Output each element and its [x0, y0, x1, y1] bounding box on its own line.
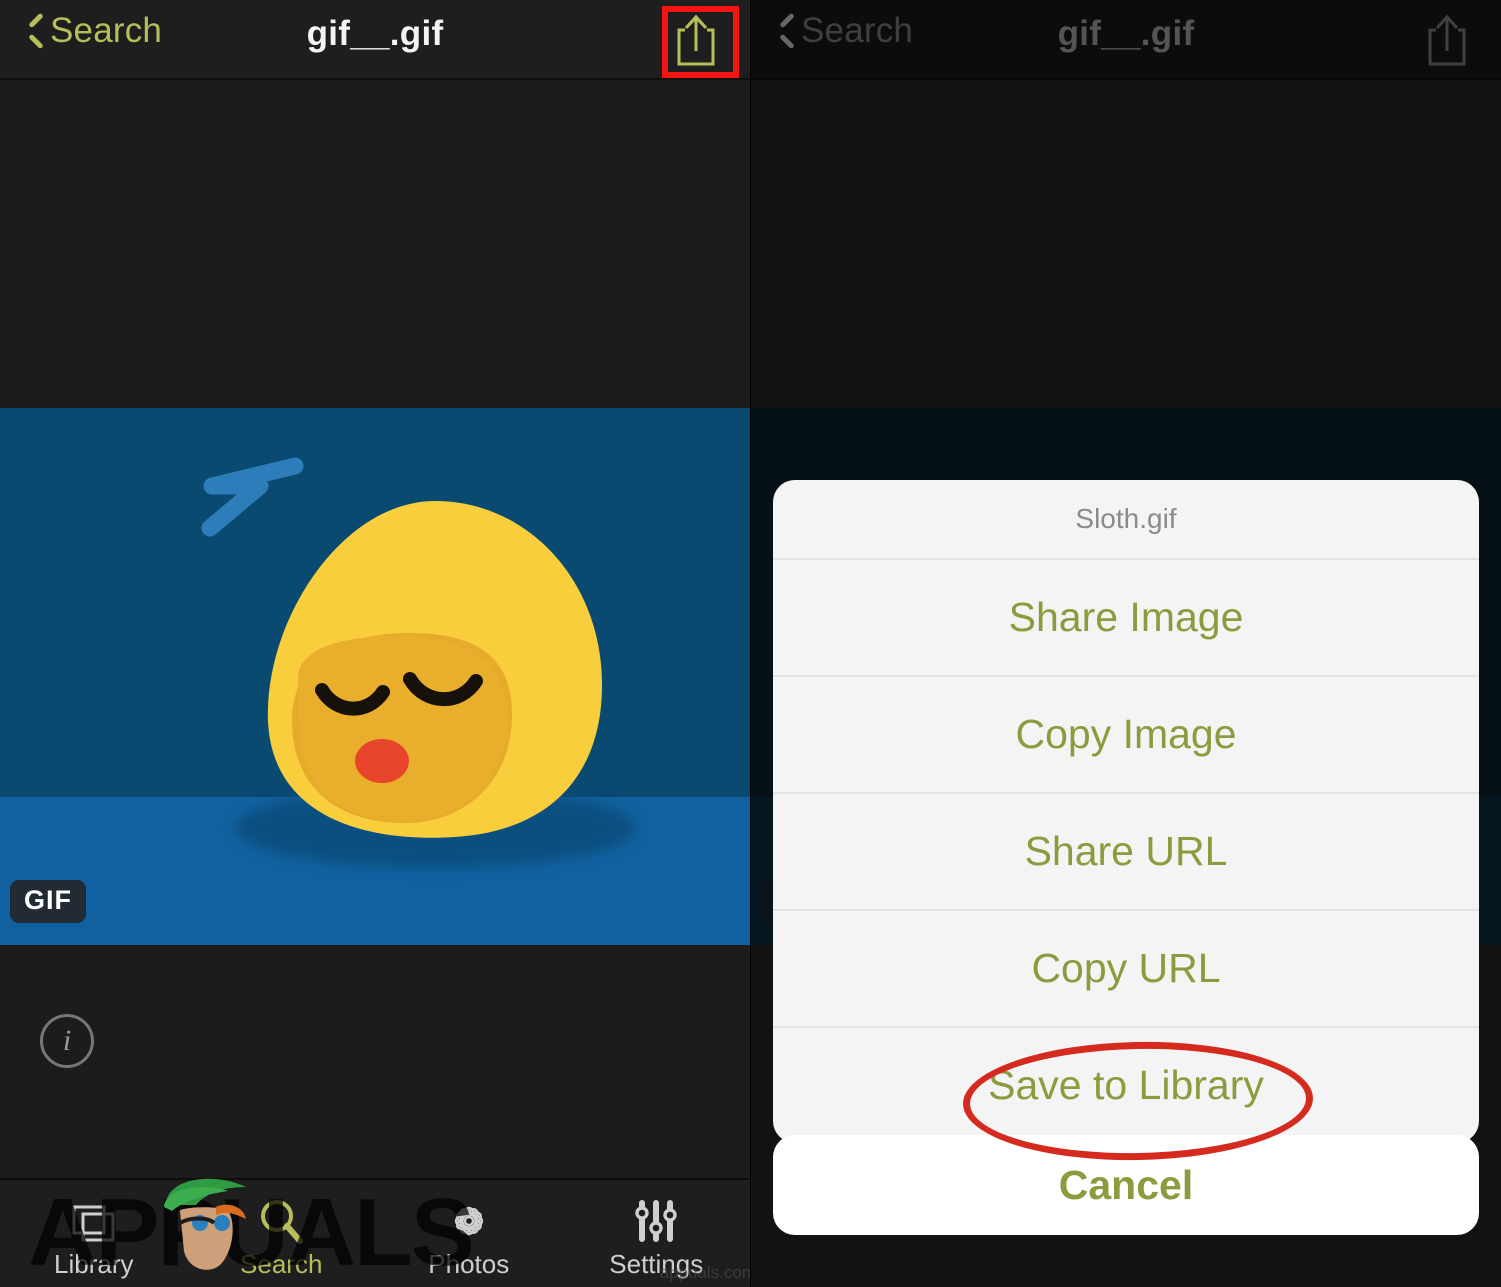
share-button[interactable]	[670, 11, 722, 69]
tab-photos[interactable]: Photos	[375, 1180, 563, 1287]
action-share-url[interactable]: Share URL	[773, 792, 1479, 909]
phone-screen-right: Search gif__.gif GIF	[751, 0, 1501, 1287]
tab-search-label: Search	[240, 1249, 323, 1279]
gif-viewer-left: GIF i	[0, 80, 750, 1180]
tab-bar-left: Library Search Photos Settings	[0, 1178, 750, 1287]
action-share-image[interactable]: Share Image	[773, 558, 1479, 675]
tab-library[interactable]: Library	[0, 1180, 188, 1287]
tab-settings[interactable]: Settings	[563, 1180, 751, 1287]
flower-rosette-icon	[444, 1195, 494, 1247]
gif-image[interactable]: GIF	[0, 408, 750, 945]
screenshot-stage: Search gif__.gif GIF i Library Search Ph…	[0, 0, 1501, 1287]
tab-photos-label: Photos	[428, 1249, 510, 1279]
action-copy-url[interactable]: Copy URL	[773, 909, 1479, 1026]
gif-format-badge: GIF	[10, 880, 86, 923]
share-up-arrow-icon	[677, 14, 715, 66]
action-save-to-library[interactable]: Save to Library	[773, 1026, 1479, 1143]
action-copy-image[interactable]: Copy Image	[773, 675, 1479, 792]
nav-bar-left: Search gif__.gif	[0, 0, 750, 80]
magnifier-icon	[257, 1195, 305, 1247]
tab-library-label: Library	[54, 1249, 134, 1279]
info-button[interactable]: i	[40, 1014, 94, 1068]
cancel-button[interactable]: Cancel	[773, 1135, 1479, 1235]
tab-settings-label: Settings	[609, 1249, 704, 1279]
action-sheet-title: Sloth.gif	[1075, 503, 1177, 534]
page-title-left: gif__.gif	[306, 14, 444, 53]
phone-screen-left: Search gif__.gif GIF i Library Search Ph…	[0, 0, 750, 1287]
sliders-icon	[632, 1195, 680, 1247]
info-icon: i	[62, 1024, 72, 1057]
sleeping-blob-character	[267, 501, 602, 838]
share-action-sheet: Sloth.gif Share Image Copy Image Share U…	[773, 480, 1479, 1143]
tab-search[interactable]: Search	[188, 1180, 376, 1287]
photo-stack-icon	[71, 1195, 117, 1247]
